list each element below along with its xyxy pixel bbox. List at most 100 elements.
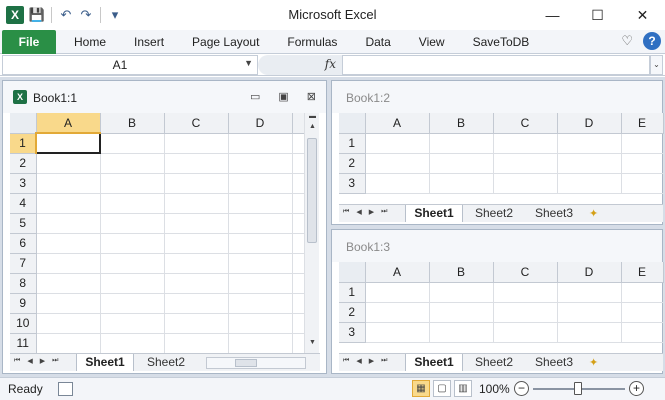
macro-recording-icon[interactable] (58, 382, 73, 396)
cell[interactable] (100, 213, 165, 234)
cell[interactable] (100, 153, 165, 174)
sheet-tab-sheet1[interactable]: Sheet1 (76, 354, 134, 371)
tab-page-layout[interactable]: Page Layout (178, 30, 273, 54)
next-sheet-icon[interactable]: ▶ (40, 357, 45, 365)
window-close-icon[interactable]: ⊠ (307, 90, 316, 103)
vertical-scroll-thumb[interactable] (307, 138, 317, 243)
tab-view[interactable]: View (405, 30, 459, 54)
cell[interactable] (164, 293, 229, 314)
cell[interactable] (557, 153, 622, 174)
cell[interactable] (365, 133, 430, 154)
cell[interactable] (100, 133, 165, 154)
normal-view-icon[interactable]: ▦ (412, 380, 430, 397)
help-icon[interactable]: ? (643, 32, 661, 50)
cell[interactable] (292, 133, 305, 154)
cell[interactable] (36, 173, 101, 194)
prev-sheet-icon[interactable]: ◀ (356, 357, 361, 365)
cell[interactable] (621, 173, 664, 194)
cell[interactable] (621, 302, 664, 323)
cell[interactable] (100, 193, 165, 214)
zoom-slider-thumb[interactable] (574, 382, 582, 395)
worksheet-grid[interactable]: A B C D 1 2 3 4 5 6 7 8 9 10 11 (10, 113, 305, 354)
cell[interactable] (493, 302, 558, 323)
cell[interactable] (292, 193, 305, 214)
first-sheet-icon[interactable]: ⏮ (343, 208, 349, 216)
cell[interactable] (164, 253, 229, 274)
cell[interactable] (100, 333, 165, 354)
row-header[interactable]: 4 (10, 193, 37, 214)
workbook-window-titlebar[interactable]: Book1:3 (332, 230, 662, 262)
column-header[interactable] (292, 113, 305, 134)
column-header[interactable]: B (429, 113, 494, 134)
row-header[interactable]: 11 (10, 333, 37, 354)
scroll-down-icon[interactable]: ▼ (305, 339, 320, 346)
row-header[interactable]: 5 (10, 213, 37, 234)
select-all-corner[interactable] (10, 113, 37, 134)
cell[interactable] (429, 173, 494, 194)
window-minimize-icon[interactable]: ▭ (250, 90, 260, 103)
cell[interactable] (36, 193, 101, 214)
sheet-tab-sheet2[interactable]: Sheet2 (465, 205, 523, 222)
save-icon[interactable]: 💾 (28, 5, 46, 25)
cell[interactable] (36, 253, 101, 274)
workbook-window-titlebar[interactable]: X Book1:1 ▭ ▣ ⊠ (3, 81, 326, 113)
page-break-preview-icon[interactable]: ▥ (454, 380, 472, 397)
close-button[interactable]: ✕ (620, 0, 665, 30)
zoom-out-icon[interactable]: − (514, 381, 529, 396)
row-header[interactable]: 10 (10, 313, 37, 334)
prev-sheet-icon[interactable]: ◀ (27, 357, 32, 365)
excel-app-icon[interactable]: X (6, 6, 24, 24)
column-header[interactable]: E (621, 113, 664, 134)
select-all-corner[interactable] (339, 262, 366, 283)
zoom-level[interactable]: 100% (479, 382, 510, 396)
cell[interactable] (100, 273, 165, 294)
column-header[interactable]: A (365, 262, 430, 283)
cell[interactable] (228, 333, 293, 354)
cell[interactable] (164, 133, 229, 154)
cell[interactable] (429, 322, 494, 343)
column-header[interactable]: E (621, 262, 664, 283)
cell[interactable] (557, 133, 622, 154)
cell[interactable] (100, 293, 165, 314)
cell[interactable] (100, 233, 165, 254)
workbook-window-book1-3[interactable]: Book1:3 A B C D E 1 2 3 ⏮ ◀ ▶ ⏭ Sheet1 S… (331, 229, 664, 374)
cell[interactable] (292, 153, 305, 174)
expand-formula-bar-icon[interactable]: ⌄ (650, 55, 663, 75)
last-sheet-icon[interactable]: ⏭ (52, 357, 58, 365)
row-header[interactable]: 9 (10, 293, 37, 314)
cell[interactable] (228, 273, 293, 294)
vertical-scrollbar[interactable]: ▬ ▲ ▼ (304, 113, 319, 353)
window-restore-icon[interactable]: ▣ (278, 90, 288, 103)
cell[interactable] (365, 153, 430, 174)
cell[interactable] (164, 233, 229, 254)
row-header[interactable]: 1 (10, 133, 37, 154)
cell[interactable] (228, 213, 293, 234)
sheet-tab-sheet2[interactable]: Sheet2 (465, 354, 523, 371)
zoom-in-icon[interactable]: + (629, 381, 644, 396)
cell[interactable] (228, 313, 293, 334)
cell[interactable] (36, 233, 101, 254)
cell[interactable] (36, 213, 101, 234)
formula-input[interactable] (342, 55, 650, 75)
column-header[interactable]: A (36, 113, 101, 134)
worksheet-grid[interactable]: A B C D E 1 2 3 (339, 262, 664, 343)
column-header[interactable]: D (557, 262, 622, 283)
cell[interactable] (292, 333, 305, 354)
cell[interactable] (228, 253, 293, 274)
cell[interactable] (493, 153, 558, 174)
name-box[interactable]: A1 ▼ (2, 55, 258, 75)
cell[interactable] (557, 282, 622, 303)
column-header[interactable]: C (164, 113, 229, 134)
row-header[interactable]: 2 (10, 153, 37, 174)
row-header[interactable]: 6 (10, 233, 37, 254)
cell[interactable] (493, 282, 558, 303)
undo-icon[interactable]: ↶ (57, 5, 75, 25)
name-box-dropdown-icon[interactable]: ▼ (244, 58, 253, 68)
row-header[interactable]: 3 (10, 173, 37, 194)
cell[interactable] (164, 193, 229, 214)
cell[interactable] (228, 193, 293, 214)
sheet-tab-sheet1[interactable]: Sheet1 (405, 205, 463, 222)
column-header[interactable]: D (557, 113, 622, 134)
cell[interactable] (100, 313, 165, 334)
cell[interactable] (557, 173, 622, 194)
